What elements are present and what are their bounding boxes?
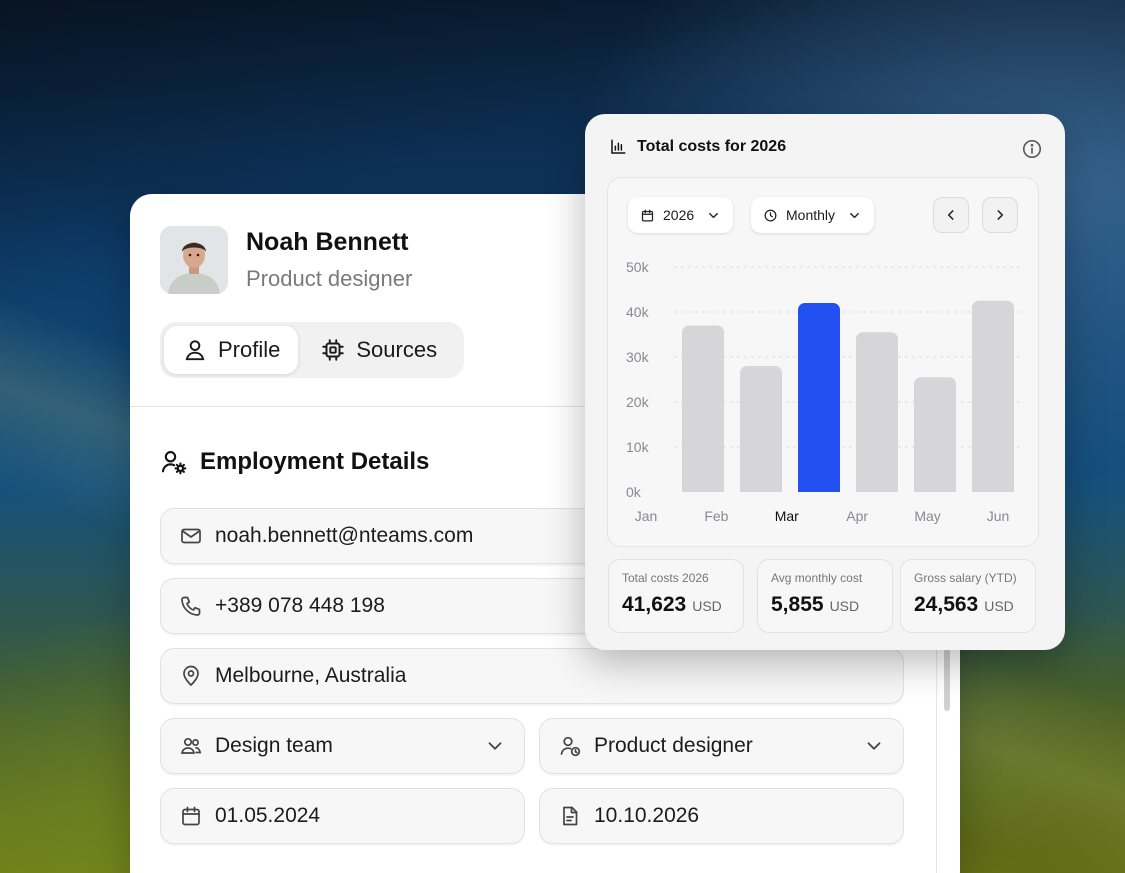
bar-may[interactable] bbox=[914, 377, 956, 492]
y-tick-label: 10k bbox=[626, 439, 650, 455]
position-value: Product designer bbox=[594, 734, 753, 757]
users-icon bbox=[180, 737, 202, 754]
start-date-field[interactable]: 01.05.2024 bbox=[160, 788, 525, 844]
scrollbar-track bbox=[936, 640, 937, 873]
phone-value: +389 078 448 198 bbox=[215, 594, 385, 617]
stat-number: 5,855 bbox=[771, 593, 824, 616]
calendar-icon bbox=[641, 209, 654, 221]
email-value: noah.bennett@nteams.com bbox=[215, 524, 474, 547]
calendar-icon bbox=[182, 806, 200, 826]
bar-base-mar bbox=[798, 484, 840, 492]
chart-panel: 2026 Monthly 0k 10k 20k 30k 40k 50k Jan Feb Mar A… bbox=[607, 177, 1039, 547]
stat-avg-monthly: Avg monthly cost 5,855 USD bbox=[757, 559, 893, 633]
start-date-value: 01.05.2024 bbox=[215, 804, 321, 827]
stat-label: Total costs 2026 bbox=[622, 571, 709, 585]
stat-value: 5,855 USD bbox=[771, 593, 892, 617]
tab-profile-label: Profile bbox=[218, 337, 281, 362]
bar-base-apr bbox=[856, 484, 898, 492]
year-select-value: 2026 bbox=[663, 207, 695, 223]
stat-value: 41,623 USD bbox=[622, 593, 743, 617]
user-name: Noah Bennett bbox=[246, 228, 409, 256]
bar-jun[interactable] bbox=[972, 300, 1014, 492]
costs-card-header: Total costs for 2026 bbox=[609, 138, 786, 156]
clock-icon bbox=[764, 209, 777, 221]
stat-label: Avg monthly cost bbox=[771, 571, 863, 585]
stat-label: Gross salary (YTD) bbox=[914, 571, 1017, 585]
chevron-down-icon bbox=[709, 212, 719, 218]
y-tick-label: 40k bbox=[626, 304, 650, 320]
section-title-text: Employment Details bbox=[200, 448, 430, 475]
x-tick-label: Apr bbox=[846, 508, 868, 524]
profile-tabs: Profile Sources bbox=[160, 322, 464, 378]
costs-card: Total costs for 2026 2026 Monthly 0k 10k… bbox=[585, 114, 1065, 650]
chevron-down-icon bbox=[850, 212, 859, 218]
document-icon bbox=[563, 806, 578, 826]
bar-jan[interactable] bbox=[682, 325, 724, 493]
user-settings-icon bbox=[161, 451, 187, 475]
bar-feb[interactable] bbox=[740, 366, 782, 492]
y-tick-label: 50k bbox=[626, 259, 650, 275]
location-field[interactable]: Melbourne, Australia bbox=[160, 648, 904, 704]
bar-apr[interactable] bbox=[856, 332, 898, 492]
bar-base-may bbox=[914, 484, 956, 492]
costs-card-title: Total costs for 2026 bbox=[637, 138, 787, 155]
end-date-value: 10.10.2026 bbox=[594, 804, 700, 827]
period-select[interactable]: Monthly bbox=[751, 197, 875, 233]
position-select[interactable]: Product designer bbox=[539, 718, 904, 774]
end-date-field[interactable]: 10.10.2026 bbox=[539, 788, 904, 844]
x-tick-label: Mar bbox=[775, 508, 799, 524]
chevron-down-icon bbox=[867, 742, 881, 750]
stat-unit: USD bbox=[829, 598, 860, 614]
year-select[interactable]: 2026 bbox=[628, 197, 734, 233]
location-pin-icon bbox=[183, 665, 199, 687]
avatar bbox=[160, 226, 228, 294]
bar-base-jun bbox=[972, 484, 1014, 492]
stat-total-costs: Total costs 2026 41,623 USD bbox=[608, 559, 744, 633]
x-tick-label: Feb bbox=[704, 508, 728, 524]
bar-mar[interactable] bbox=[798, 303, 840, 492]
tab-sources[interactable]: Sources bbox=[302, 326, 455, 374]
location-value: Melbourne, Australia bbox=[215, 664, 407, 687]
y-tick-label: 20k bbox=[626, 394, 650, 410]
bar-chart-icon bbox=[611, 139, 626, 154]
phone-icon bbox=[181, 596, 201, 616]
previous-button[interactable] bbox=[933, 197, 969, 233]
user-clock-icon bbox=[560, 736, 581, 757]
stat-number: 24,563 bbox=[914, 593, 979, 616]
x-tick-label: Jun bbox=[987, 508, 1010, 524]
user-role: Product designer bbox=[246, 266, 413, 291]
chip-icon bbox=[322, 339, 345, 361]
next-button[interactable] bbox=[982, 197, 1018, 233]
x-tick-label: Jan bbox=[635, 508, 658, 524]
y-tick-label: 0k bbox=[626, 484, 642, 500]
tab-profile[interactable]: Profile bbox=[164, 326, 299, 374]
chevron-left-icon bbox=[947, 210, 954, 220]
scrollbar-thumb[interactable] bbox=[944, 649, 950, 711]
mail-icon bbox=[181, 528, 201, 544]
stat-unit: USD bbox=[692, 598, 722, 614]
employment-details-heading: Employment Details bbox=[160, 448, 429, 476]
team-value: Design team bbox=[215, 734, 333, 757]
stat-number: 41,623 bbox=[622, 593, 687, 616]
stat-value: 24,563 USD bbox=[914, 593, 1035, 617]
chevron-down-icon bbox=[488, 742, 502, 750]
period-select-value: Monthly bbox=[786, 207, 836, 223]
cost-bar-chart: 0k 10k 20k 30k 40k 50k Jan Feb Mar Apr May Jun bbox=[626, 259, 1022, 524]
stat-gross-salary: Gross salary (YTD) 24,563 USD bbox=[900, 559, 1036, 633]
bar-base-feb bbox=[740, 484, 782, 492]
chevron-right-icon bbox=[997, 210, 1004, 220]
x-tick-label: May bbox=[914, 508, 940, 524]
info-icon[interactable] bbox=[1021, 138, 1043, 160]
user-icon bbox=[185, 340, 205, 361]
tab-sources-label: Sources bbox=[356, 337, 438, 362]
bar-base-jan bbox=[682, 484, 724, 492]
stat-unit: USD bbox=[984, 598, 1014, 614]
y-tick-label: 30k bbox=[626, 349, 650, 365]
team-select[interactable]: Design team bbox=[160, 718, 525, 774]
